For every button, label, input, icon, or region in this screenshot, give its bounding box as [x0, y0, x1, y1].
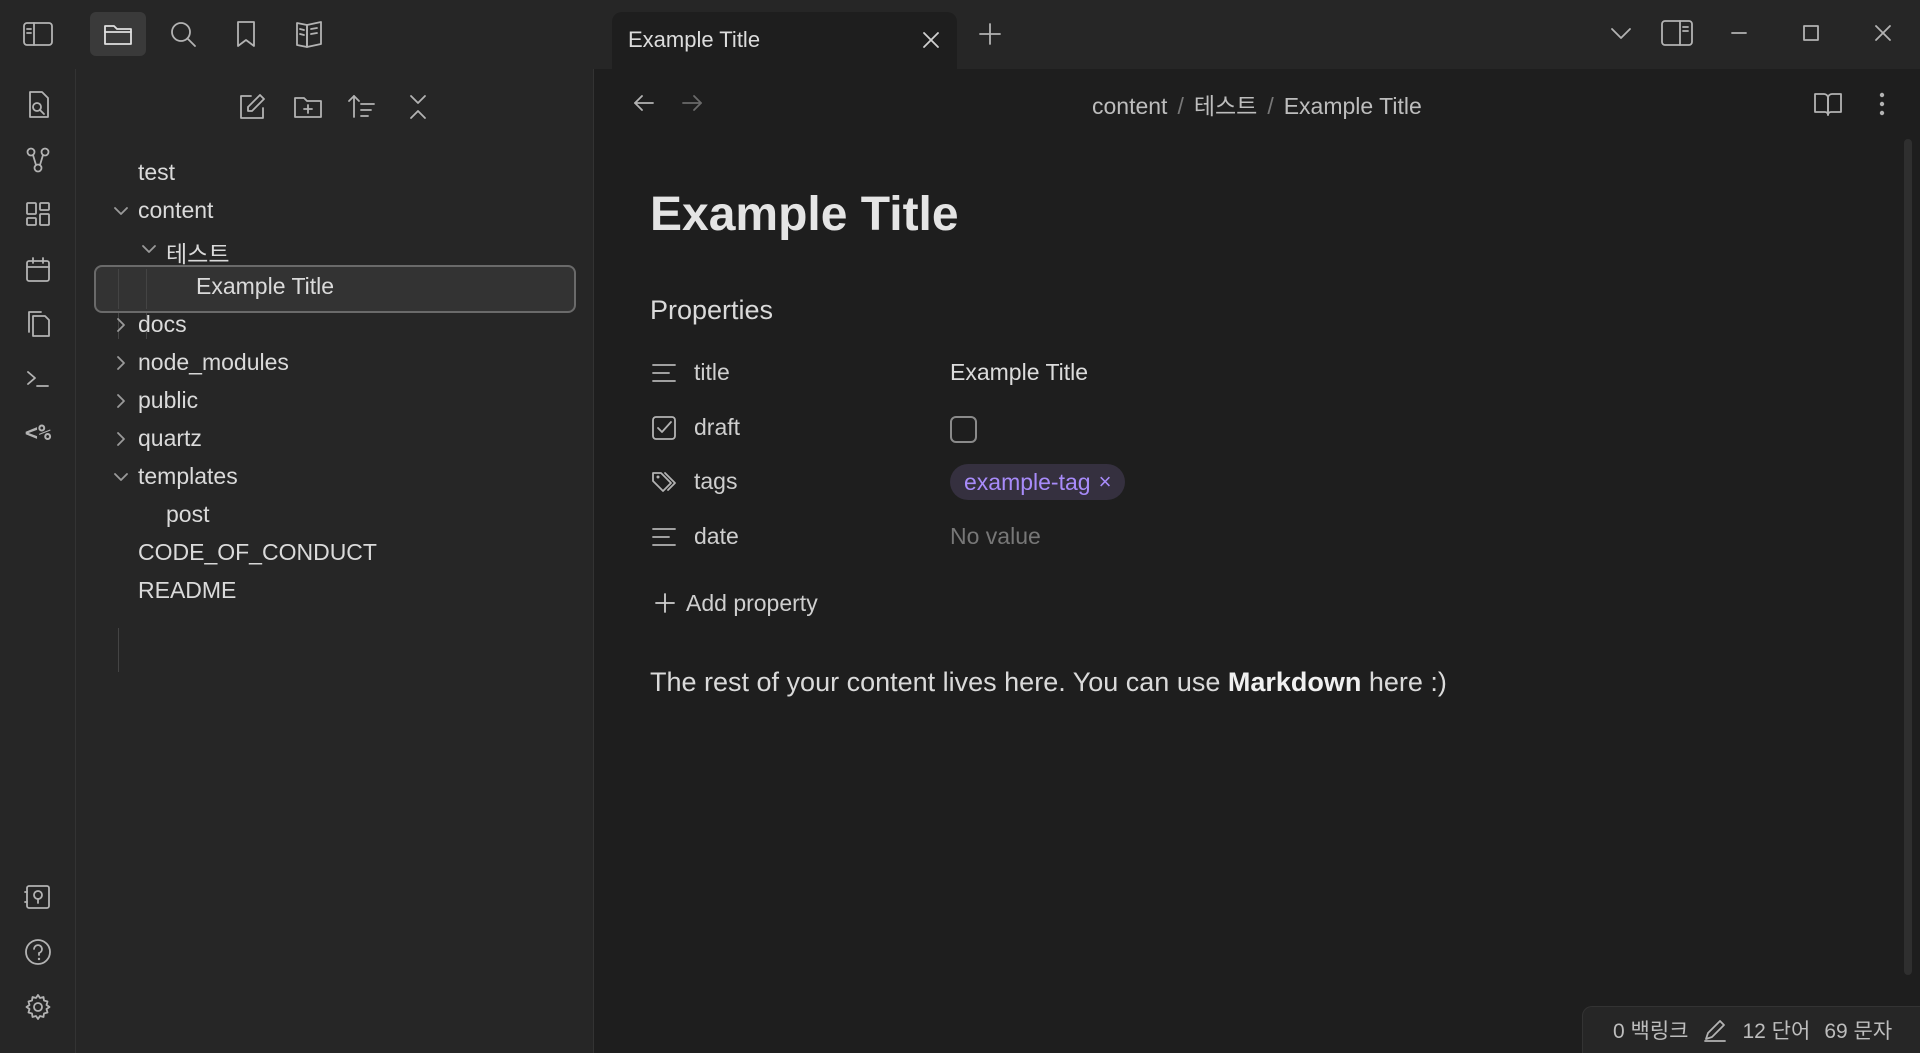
- note-title[interactable]: Example Title: [650, 187, 959, 242]
- checkbox-icon[interactable]: [650, 414, 678, 442]
- breadcrumb-separator: /: [1177, 93, 1184, 119]
- property-value[interactable]: Example Title: [950, 359, 1088, 386]
- templater-icon[interactable]: <%: [20, 415, 56, 451]
- property-row-title: title Example Title: [650, 351, 1550, 395]
- file-item[interactable]: README: [76, 569, 594, 613]
- property-row-draft: draft: [650, 406, 1550, 450]
- char-count: 69 문자: [1824, 1020, 1893, 1043]
- copy-icon[interactable]: [20, 306, 56, 342]
- word-count: 12 단어: [1742, 1020, 1811, 1043]
- status-bar: 0 백링크 12 단어 69 문자: [1582, 1006, 1920, 1053]
- collapse-all-icon[interactable]: [400, 89, 436, 125]
- tree-item-label: quartz: [138, 425, 202, 451]
- add-property-label: Add property: [686, 589, 818, 616]
- pencil-icon[interactable]: [1702, 1017, 1728, 1043]
- folder-icon[interactable]: [90, 12, 146, 56]
- bookmark-icon[interactable]: [218, 12, 274, 56]
- vault-icon[interactable]: [20, 879, 56, 915]
- file-explorer: test content 테스트 Example Title docs node_modu…: [76, 69, 594, 1053]
- settings-icon[interactable]: [20, 989, 56, 1025]
- dashboard-icon[interactable]: [20, 196, 56, 232]
- text-lines-icon[interactable]: [650, 359, 678, 387]
- chevron-right-icon[interactable]: [112, 354, 130, 372]
- arrow-right-icon[interactable]: [678, 89, 706, 117]
- draft-checkbox[interactable]: [950, 416, 977, 443]
- property-row-date: date No value: [650, 515, 1550, 559]
- note-body[interactable]: The rest of your content lives here. You…: [650, 667, 1447, 698]
- tab-example-title[interactable]: Example Title: [612, 12, 957, 69]
- close-icon[interactable]: [919, 28, 943, 52]
- book-icon[interactable]: [282, 12, 338, 56]
- breadcrumb-item-test[interactable]: 테스트: [1194, 93, 1257, 119]
- new-note-icon[interactable]: [234, 89, 270, 125]
- chevron-right-icon[interactable]: [112, 392, 130, 410]
- tree-item-label: test: [138, 159, 176, 185]
- open-note-icon[interactable]: [20, 87, 56, 123]
- tree-item-label: content: [138, 197, 214, 223]
- backlinks-count[interactable]: 0 백링크: [1613, 1015, 1688, 1045]
- sidebar-toggle-icon[interactable]: [10, 12, 66, 56]
- property-key[interactable]: title: [694, 359, 730, 386]
- editor-pane: content / 테스트 / Example Title Example Title …: [594, 69, 1920, 1053]
- terminal-icon[interactable]: [20, 361, 56, 397]
- arrow-left-icon[interactable]: [630, 89, 658, 117]
- text-lines-icon[interactable]: [650, 523, 678, 551]
- tab-title: Example Title: [628, 27, 761, 52]
- chevron-down-icon[interactable]: [140, 240, 158, 258]
- close-window-icon[interactable]: [1868, 18, 1898, 48]
- breadcrumb: content / 테스트 / Example Title: [1092, 87, 1422, 121]
- chevron-right-icon[interactable]: [112, 430, 130, 448]
- indent-guide: [118, 628, 119, 672]
- tree-item-label: templates: [138, 463, 238, 489]
- tree-item-label: post: [166, 501, 210, 527]
- scrollbar[interactable]: [1904, 139, 1912, 975]
- chevron-down-icon[interactable]: [112, 468, 130, 486]
- tree-item-label: public: [138, 387, 199, 413]
- property-key[interactable]: tags: [694, 468, 737, 495]
- maximize-icon[interactable]: [1796, 18, 1826, 48]
- plus-icon[interactable]: [976, 20, 1004, 48]
- search-icon[interactable]: [155, 12, 211, 56]
- breadcrumb-item-current[interactable]: Example Title: [1284, 93, 1422, 119]
- tag-remove-icon[interactable]: ×: [1099, 469, 1112, 495]
- calendar-icon[interactable]: [20, 252, 56, 288]
- graph-icon[interactable]: [20, 142, 56, 178]
- property-key[interactable]: draft: [694, 414, 740, 441]
- tags-icon[interactable]: [650, 468, 680, 496]
- help-icon[interactable]: [20, 934, 56, 970]
- sort-icon[interactable]: [344, 89, 380, 125]
- property-key[interactable]: date: [694, 523, 739, 550]
- new-folder-icon[interactable]: [290, 89, 326, 125]
- chevron-down-icon[interactable]: [112, 202, 130, 220]
- minimize-icon[interactable]: [1724, 18, 1754, 48]
- breadcrumb-item-content[interactable]: content: [1092, 93, 1167, 119]
- tag-label[interactable]: example-tag: [964, 469, 1091, 496]
- tree-item-label: CODE_OF_CONDUCT: [138, 539, 377, 565]
- tree-item-label: Example Title: [196, 273, 335, 299]
- body-text-end: here :): [1361, 667, 1447, 697]
- chevron-right-icon[interactable]: [112, 316, 130, 334]
- properties-heading[interactable]: Properties: [650, 295, 773, 326]
- tree-item-label: node_modules: [138, 349, 289, 375]
- body-text-start: The rest of your content lives here. You…: [650, 667, 1228, 697]
- tree-item-label: docs: [138, 311, 187, 337]
- reading-view-icon[interactable]: [1812, 89, 1844, 119]
- property-row-tags: tags example-tag ×: [650, 460, 1550, 504]
- split-view-icon[interactable]: [1660, 18, 1694, 48]
- more-options-icon[interactable]: [1872, 89, 1892, 119]
- title-bar: Example Title: [0, 0, 1920, 69]
- body-text-bold: Markdown: [1227, 667, 1362, 697]
- tree-item-label: 테스트: [166, 241, 230, 267]
- chevron-down-icon[interactable]: [1606, 18, 1636, 48]
- add-property-button[interactable]: Add property: [654, 583, 818, 623]
- tree-item-label: README: [138, 577, 237, 603]
- breadcrumb-separator: /: [1267, 93, 1274, 119]
- plus-icon: [654, 592, 676, 614]
- ribbon: <%: [0, 69, 76, 1053]
- tag-pill[interactable]: example-tag ×: [950, 464, 1126, 500]
- property-value-empty[interactable]: No value: [950, 523, 1041, 550]
